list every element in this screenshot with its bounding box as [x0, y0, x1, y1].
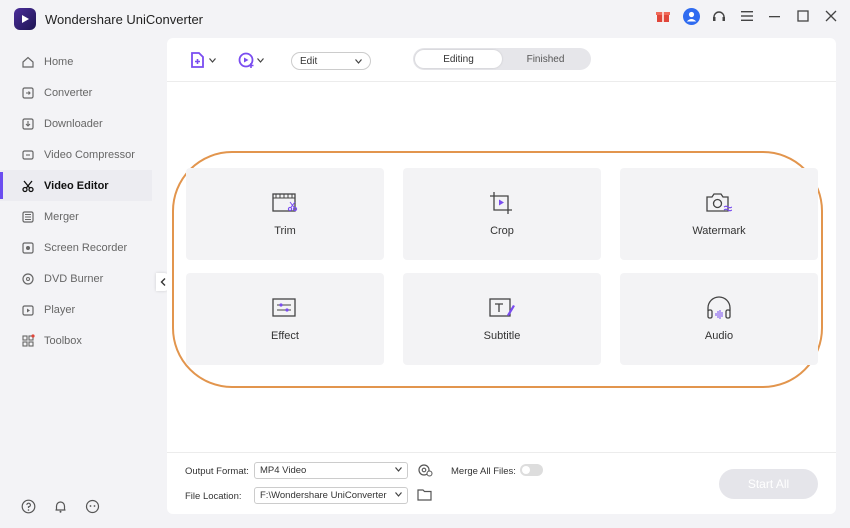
help-icon[interactable] — [20, 498, 36, 514]
menu-icon[interactable] — [738, 6, 756, 26]
chevron-down-icon — [257, 57, 264, 63]
sidebar-item-converter[interactable]: Converter — [0, 77, 152, 108]
download-icon — [20, 116, 36, 132]
subtitle-icon — [489, 296, 515, 320]
sidebar-item-player[interactable]: Player — [0, 294, 152, 325]
add-media-button[interactable] — [237, 50, 264, 70]
tab-editing[interactable]: Editing — [415, 50, 502, 68]
merge-all-files-label: Merge All Files: — [451, 466, 516, 477]
tab-finished[interactable]: Finished — [502, 50, 589, 68]
compress-icon — [20, 147, 36, 163]
home-icon — [20, 54, 36, 70]
subtitle-label: Subtitle — [483, 330, 521, 342]
sidebar-item-merger[interactable]: Merger — [0, 201, 152, 232]
crop-icon — [489, 191, 515, 215]
chevron-down-icon — [209, 57, 216, 63]
headphones-icon — [706, 296, 732, 320]
chevron-down-icon — [395, 492, 402, 497]
sidebar-item-downloader[interactable]: Downloader — [0, 108, 152, 139]
effect-icon — [272, 296, 298, 320]
maximize-icon[interactable] — [794, 6, 812, 26]
sidebar-item-label: Downloader — [44, 117, 103, 130]
sidebar-item-toolbox[interactable]: Toolbox — [0, 325, 152, 356]
sidebar-item-label: Home — [44, 55, 74, 68]
sidebar-item-label: Converter — [44, 86, 93, 99]
add-file-icon — [191, 52, 204, 68]
chevron-down-icon — [395, 467, 402, 472]
file-location-label: File Location: — [185, 491, 242, 502]
merge-icon — [20, 209, 36, 225]
merge-all-files-toggle[interactable] — [520, 464, 543, 476]
crop-card[interactable]: Crop — [403, 168, 601, 260]
sidebar-item-video-editor[interactable]: Video Editor — [0, 170, 152, 201]
sidebar-item-label: Merger — [44, 210, 79, 223]
converter-icon — [20, 85, 36, 101]
edit-dropdown-value: Edit — [300, 55, 318, 67]
folder-icon[interactable] — [417, 488, 433, 502]
feedback-icon[interactable] — [84, 498, 100, 514]
sidebar-item-home[interactable]: Home — [0, 46, 152, 77]
watermark-label: Watermark — [692, 225, 746, 237]
file-location-value: F:\Wondershare UniConverter — [260, 490, 387, 501]
sidebar-item-label: Video Compressor — [44, 148, 135, 161]
edit-dropdown[interactable]: Edit — [291, 52, 371, 70]
file-location-select[interactable]: F:\Wondershare UniConverter — [254, 487, 408, 504]
gift-icon[interactable] — [654, 6, 672, 26]
watermark-card[interactable]: Watermark — [620, 168, 818, 260]
scissors-icon — [20, 178, 36, 194]
minimize-icon[interactable] — [766, 6, 784, 26]
crop-label: Crop — [490, 225, 514, 237]
title-bar: Wondershare UniConverter — [0, 0, 850, 36]
toolbar-divider — [167, 81, 836, 82]
sidebar: Home Converter Downloader Video Compress… — [0, 46, 152, 528]
sidebar-item-label: Video Editor — [44, 179, 109, 192]
account-avatar-icon[interactable] — [682, 6, 700, 26]
sidebar-item-label: DVD Burner — [44, 272, 104, 285]
sidebar-item-label: Toolbox — [44, 334, 82, 347]
trim-label: Trim — [274, 225, 296, 237]
effect-label: Effect — [271, 330, 299, 342]
app-title: Wondershare UniConverter — [45, 12, 203, 27]
watermark-icon — [706, 191, 732, 215]
disc-icon — [20, 271, 36, 287]
grid-icon — [20, 333, 36, 349]
close-icon[interactable] — [822, 6, 840, 26]
add-files-button[interactable] — [189, 50, 216, 70]
trim-card[interactable]: Trim — [186, 168, 384, 260]
bell-icon[interactable] — [52, 498, 68, 514]
play-icon — [20, 302, 36, 318]
audio-card[interactable]: Audio — [620, 273, 818, 365]
output-settings-icon[interactable] — [417, 462, 433, 478]
app-logo-icon — [14, 8, 36, 30]
trim-icon — [272, 191, 298, 215]
chevron-left-icon — [160, 278, 166, 286]
sidebar-item-video-compressor[interactable]: Video Compressor — [0, 139, 152, 170]
output-format-label: Output Format: — [185, 466, 249, 477]
sidebar-item-dvd-burner[interactable]: DVD Burner — [0, 263, 152, 294]
support-headset-icon[interactable] — [710, 6, 728, 26]
add-media-icon — [238, 52, 254, 68]
record-icon — [20, 240, 36, 256]
subtitle-card[interactable]: Subtitle — [403, 273, 601, 365]
sidebar-item-label: Screen Recorder — [44, 241, 128, 254]
sidebar-item-label: Player — [44, 303, 76, 316]
output-format-value: MP4 Video — [260, 465, 307, 476]
effect-card[interactable]: Effect — [186, 273, 384, 365]
output-format-select[interactable]: MP4 Video — [254, 462, 408, 479]
sidebar-item-screen-recorder[interactable]: Screen Recorder — [0, 232, 152, 263]
toolbar: Edit Editing Finished — [167, 38, 836, 82]
start-all-button[interactable]: Start All — [719, 469, 818, 499]
audio-label: Audio — [704, 330, 734, 342]
tab-group: Editing Finished — [413, 48, 591, 70]
footer-bar: Output Format: MP4 Video Merge All Files… — [167, 452, 836, 514]
main-panel: Edit Editing Finished Trim Crop Watermar… — [167, 38, 836, 514]
chevron-down-icon — [355, 58, 362, 64]
